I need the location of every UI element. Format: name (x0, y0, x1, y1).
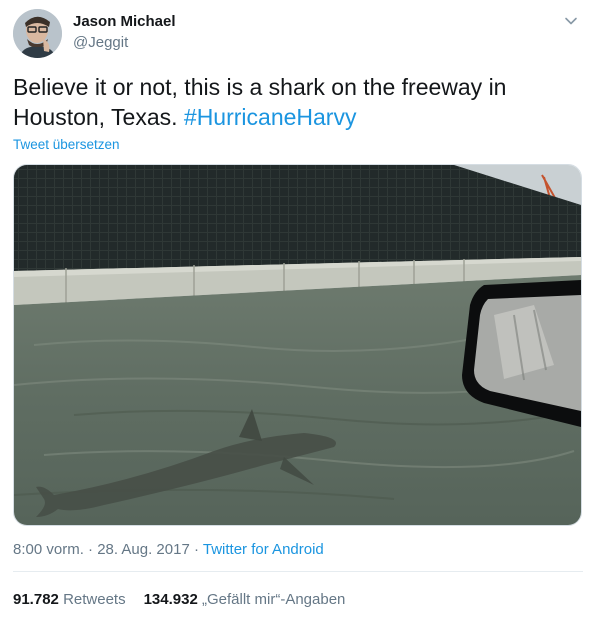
tweet-time[interactable]: 8:00 vorm. (13, 541, 84, 558)
client-link[interactable]: Twitter for Android (203, 541, 324, 558)
author-name[interactable]: Jason Michael (73, 13, 176, 30)
likes-label: „Gefällt mir“-Angaben (202, 591, 346, 608)
hashtag-link[interactable]: #HurricaneHarvy (184, 104, 357, 130)
chevron-down-icon[interactable] (561, 11, 581, 31)
avatar[interactable] (13, 9, 62, 58)
likes-stat[interactable]: 134.932 „Gefällt mir“-Angaben (144, 591, 346, 608)
tweet-photo[interactable] (13, 164, 582, 526)
retweets-count: 91.782 (13, 591, 59, 608)
tweet-date[interactable]: 28. Aug. 2017 (97, 541, 190, 558)
meta-separator: · (83, 541, 98, 558)
tweet-meta: 8:00 vorm. · 28. Aug. 2017 · Twitter for… (13, 541, 324, 558)
tweet-text: Believe it or not, this is a shark on th… (13, 72, 573, 132)
retweets-label: Retweets (63, 591, 126, 608)
author-handle[interactable]: @Jeggit (73, 34, 128, 51)
divider (13, 571, 583, 572)
retweets-stat[interactable]: 91.782 Retweets (13, 591, 126, 608)
likes-count: 134.932 (143, 591, 198, 608)
tweet-stats: 91.782 Retweets 134.932 „Gefällt mir“-Ang… (13, 591, 345, 608)
meta-separator: · (189, 541, 203, 558)
avatar-image (13, 9, 62, 58)
translate-link[interactable]: Tweet übersetzen (13, 137, 120, 152)
